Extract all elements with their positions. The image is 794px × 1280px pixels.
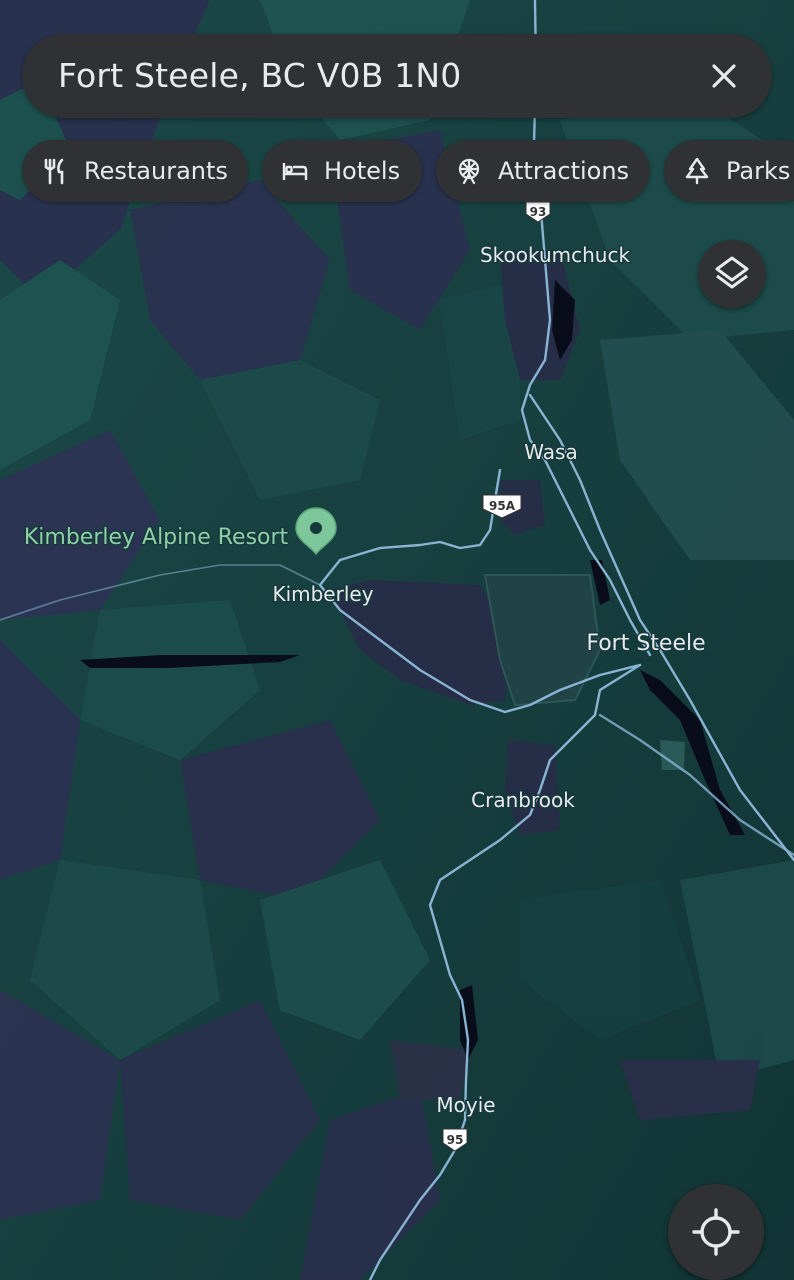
chip-restaurants-label: Restaurants <box>84 157 228 185</box>
svg-text:93: 93 <box>530 205 547 219</box>
label-moyie[interactable]: Moyie <box>435 1092 497 1119</box>
my-location-icon <box>692 1208 740 1256</box>
chip-parks[interactable]: Parks <box>664 140 794 202</box>
bed-icon <box>282 163 308 180</box>
chip-hotels-label: Hotels <box>324 157 401 185</box>
svg-text:95: 95 <box>447 1133 464 1147</box>
my-location-button[interactable] <box>668 1184 764 1280</box>
label-skookumchuck[interactable]: Skookumchuck <box>478 242 632 269</box>
chip-hotels[interactable]: Hotels <box>262 140 422 202</box>
label-kimberley[interactable]: Kimberley <box>271 581 375 608</box>
search-query[interactable]: Fort Steele, BC V0B 1N0 <box>58 56 462 95</box>
label-cranbrook[interactable]: Cranbrook <box>470 787 577 814</box>
search-bar[interactable]: Fort Steele, BC V0B 1N0 <box>22 34 772 118</box>
layers-button[interactable] <box>698 240 766 308</box>
label-fort-steele[interactable]: Fort Steele <box>585 630 707 658</box>
tree-icon <box>685 157 709 185</box>
chip-attractions-label: Attractions <box>498 157 630 185</box>
fork-knife-icon <box>44 158 64 185</box>
label-kimberley-alpine-resort[interactable]: Kimberley Alpine Resort <box>22 524 290 552</box>
label-wasa[interactable]: Wasa <box>523 439 579 466</box>
close-icon[interactable] <box>702 54 746 98</box>
map-screen: Skookumchuck Wasa Kimberley Fort Steele … <box>0 0 794 1280</box>
chip-restaurants[interactable]: Restaurants <box>22 140 248 202</box>
ferris-wheel-icon <box>458 158 480 185</box>
svg-text:95A: 95A <box>489 499 516 513</box>
chip-parks-label: Parks <box>726 157 791 185</box>
chip-attractions[interactable]: Attractions <box>436 140 650 202</box>
layers-icon <box>715 256 749 289</box>
